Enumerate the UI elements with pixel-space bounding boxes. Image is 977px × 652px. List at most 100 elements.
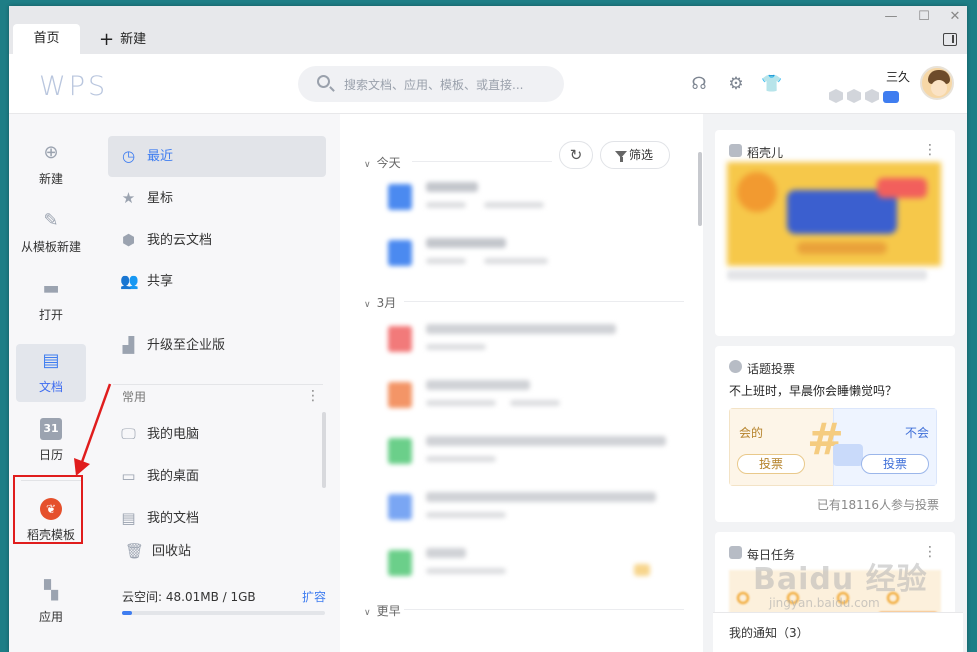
folder-icon: ▬ bbox=[42, 278, 60, 299]
list-item[interactable] bbox=[380, 320, 680, 360]
sidebar-item-starred[interactable]: ★ 星标 bbox=[108, 178, 326, 219]
nav-label: 应用 bbox=[38, 610, 63, 624]
nav-apps[interactable]: ▚ 应用 bbox=[16, 574, 86, 632]
doc-file-icon bbox=[388, 184, 412, 210]
sidebar: ◷ 最近 ★ 星标 ⬢ 我的云文档 👥 共享 ▟ 升级至企业版 常用 ⋮ 🖵 我的电脑 ▭ 我… bbox=[93, 114, 340, 652]
document-folder-icon: ▤ bbox=[121, 509, 136, 527]
sidebar-item-recent[interactable]: ◷ 最近 bbox=[108, 136, 326, 177]
group-label: 更早 bbox=[376, 604, 401, 618]
more-icon[interactable]: ⋮ bbox=[306, 388, 320, 404]
list-item[interactable] bbox=[380, 234, 680, 274]
group-label: 3月 bbox=[376, 296, 397, 310]
list-item[interactable] bbox=[380, 432, 680, 472]
expand-storage-link[interactable]: 扩容 bbox=[302, 588, 326, 605]
sidebar-item-upgrade[interactable]: ▟ 升级至企业版 bbox=[108, 325, 326, 366]
group-header-march[interactable]: ∨ 3月 bbox=[364, 294, 396, 311]
avatar[interactable] bbox=[920, 66, 954, 100]
file-icon bbox=[388, 494, 412, 520]
doc-file-icon bbox=[388, 240, 412, 266]
minimize-icon[interactable]: — bbox=[882, 8, 900, 26]
wps-window: 首页 + 新建 — ☐ ✕ WPS 搜索文档、应用、模板、或直接... ☊ ⚙ 👕… bbox=[9, 6, 967, 652]
file-name bbox=[426, 324, 616, 334]
tab-new[interactable]: + 新建 bbox=[99, 30, 146, 50]
scrollbar[interactable] bbox=[698, 152, 702, 226]
file-name bbox=[426, 238, 506, 248]
sidebar-item-shared[interactable]: 👥 共享 bbox=[108, 261, 326, 302]
close-icon[interactable]: ✕ bbox=[946, 8, 964, 26]
sidebar-item-cloud-docs[interactable]: ⬢ 我的云文档 bbox=[108, 220, 326, 261]
red-arrow-icon bbox=[74, 383, 112, 476]
template-icon: ✎ bbox=[43, 210, 59, 231]
chevron-down-icon: ∨ bbox=[364, 608, 371, 618]
member-badges[interactable] bbox=[829, 88, 903, 103]
file-name bbox=[426, 492, 656, 502]
list-item[interactable] bbox=[380, 544, 680, 584]
file-meta bbox=[426, 456, 496, 462]
vote-options: # 会的 不会 投票 投票 bbox=[729, 408, 937, 486]
username[interactable]: 三久 bbox=[886, 68, 910, 85]
nav-from-template[interactable]: ✎ 从模板新建 bbox=[16, 204, 86, 262]
clipboard-icon bbox=[729, 546, 742, 559]
cloud-space-label: 云空间: 48.01MB / 1GB bbox=[122, 590, 256, 604]
vote-count: 已有18116人参与投票 bbox=[816, 498, 939, 512]
headset-icon[interactable]: ☊ bbox=[689, 74, 709, 94]
filter-button[interactable]: 筛选 bbox=[600, 141, 670, 169]
maximize-icon[interactable]: ☐ bbox=[915, 8, 933, 26]
file-name bbox=[426, 436, 666, 446]
search-placeholder[interactable]: 搜索文档、应用、模板、或直接... bbox=[344, 76, 523, 93]
file-meta bbox=[484, 258, 548, 264]
sidebar-item-label: 回收站 bbox=[152, 544, 192, 559]
star-icon bbox=[634, 564, 650, 576]
my-notifications[interactable]: 我的通知（3） bbox=[713, 612, 963, 652]
list-item[interactable] bbox=[380, 376, 680, 416]
document-icon: ▤ bbox=[42, 350, 60, 371]
vote-no-button[interactable]: 投票 bbox=[861, 454, 929, 474]
chat-bubble-graphic bbox=[833, 444, 863, 466]
file-name bbox=[426, 182, 478, 192]
file-meta bbox=[426, 258, 466, 264]
layout-icon[interactable] bbox=[943, 33, 957, 46]
sidebar-item-my-computer[interactable]: 🖵 我的电脑 bbox=[108, 414, 326, 455]
star-icon: ★ bbox=[121, 189, 136, 207]
card-title: 稻壳儿 bbox=[747, 146, 784, 160]
sidebar-item-my-desktop[interactable]: ▭ 我的桌面 bbox=[108, 456, 326, 497]
file-meta bbox=[426, 344, 486, 350]
people-icon: 👥 bbox=[120, 272, 139, 290]
list-item[interactable] bbox=[380, 178, 680, 218]
skin-icon[interactable]: 👕 bbox=[761, 74, 782, 94]
list-item[interactable] bbox=[380, 488, 680, 528]
tab-new-label: 新建 bbox=[120, 32, 147, 47]
apps-icon: ▚ bbox=[44, 580, 58, 601]
tab-bar: 首页 + 新建 — ☐ ✕ bbox=[9, 6, 967, 54]
file-meta bbox=[426, 568, 506, 574]
vote-yes-label: 会的 bbox=[739, 426, 764, 440]
sidebar-item-label: 我的云文档 bbox=[147, 233, 213, 248]
plus-icon: + bbox=[99, 29, 115, 50]
badge-icon bbox=[829, 89, 843, 103]
file-list: ∨ 今天 ↻ 筛选 ∨ 3月 ∨ 更早 bbox=[340, 114, 703, 652]
group-label: 今天 bbox=[376, 156, 401, 170]
refresh-button[interactable]: ↻ bbox=[559, 141, 593, 169]
group-header-today[interactable]: ∨ 今天 bbox=[364, 154, 401, 171]
baidu-watermark: Baidu 经验 bbox=[753, 562, 928, 597]
sidebar-item-trash[interactable]: 🗑 回收站 bbox=[108, 531, 326, 572]
tab-home[interactable]: 首页 bbox=[13, 24, 80, 54]
promo-banner[interactable] bbox=[727, 162, 941, 266]
file-name bbox=[426, 380, 530, 390]
file-meta bbox=[510, 400, 560, 406]
nav-new[interactable]: ⊕ 新建 bbox=[16, 136, 86, 194]
vote-yes-button[interactable]: 投票 bbox=[737, 454, 805, 474]
vote-no-label: 不会 bbox=[904, 426, 929, 440]
file-meta bbox=[426, 512, 506, 518]
nav-open[interactable]: ▬ 打开 bbox=[16, 272, 86, 330]
file-meta bbox=[426, 400, 496, 406]
more-icon[interactable]: ⋮ bbox=[923, 142, 937, 158]
search-bar[interactable]: 搜索文档、应用、模板、或直接... bbox=[298, 66, 564, 102]
sidebar-item-label: 星标 bbox=[147, 191, 174, 206]
file-icon bbox=[388, 438, 412, 464]
gear-icon[interactable]: ⚙ bbox=[726, 74, 746, 94]
group-header-earlier[interactable]: ∨ 更早 bbox=[364, 602, 401, 619]
nav-label: 打开 bbox=[38, 308, 63, 322]
nav-label: 新建 bbox=[38, 172, 63, 186]
nav-label: 从模板新建 bbox=[20, 240, 81, 254]
